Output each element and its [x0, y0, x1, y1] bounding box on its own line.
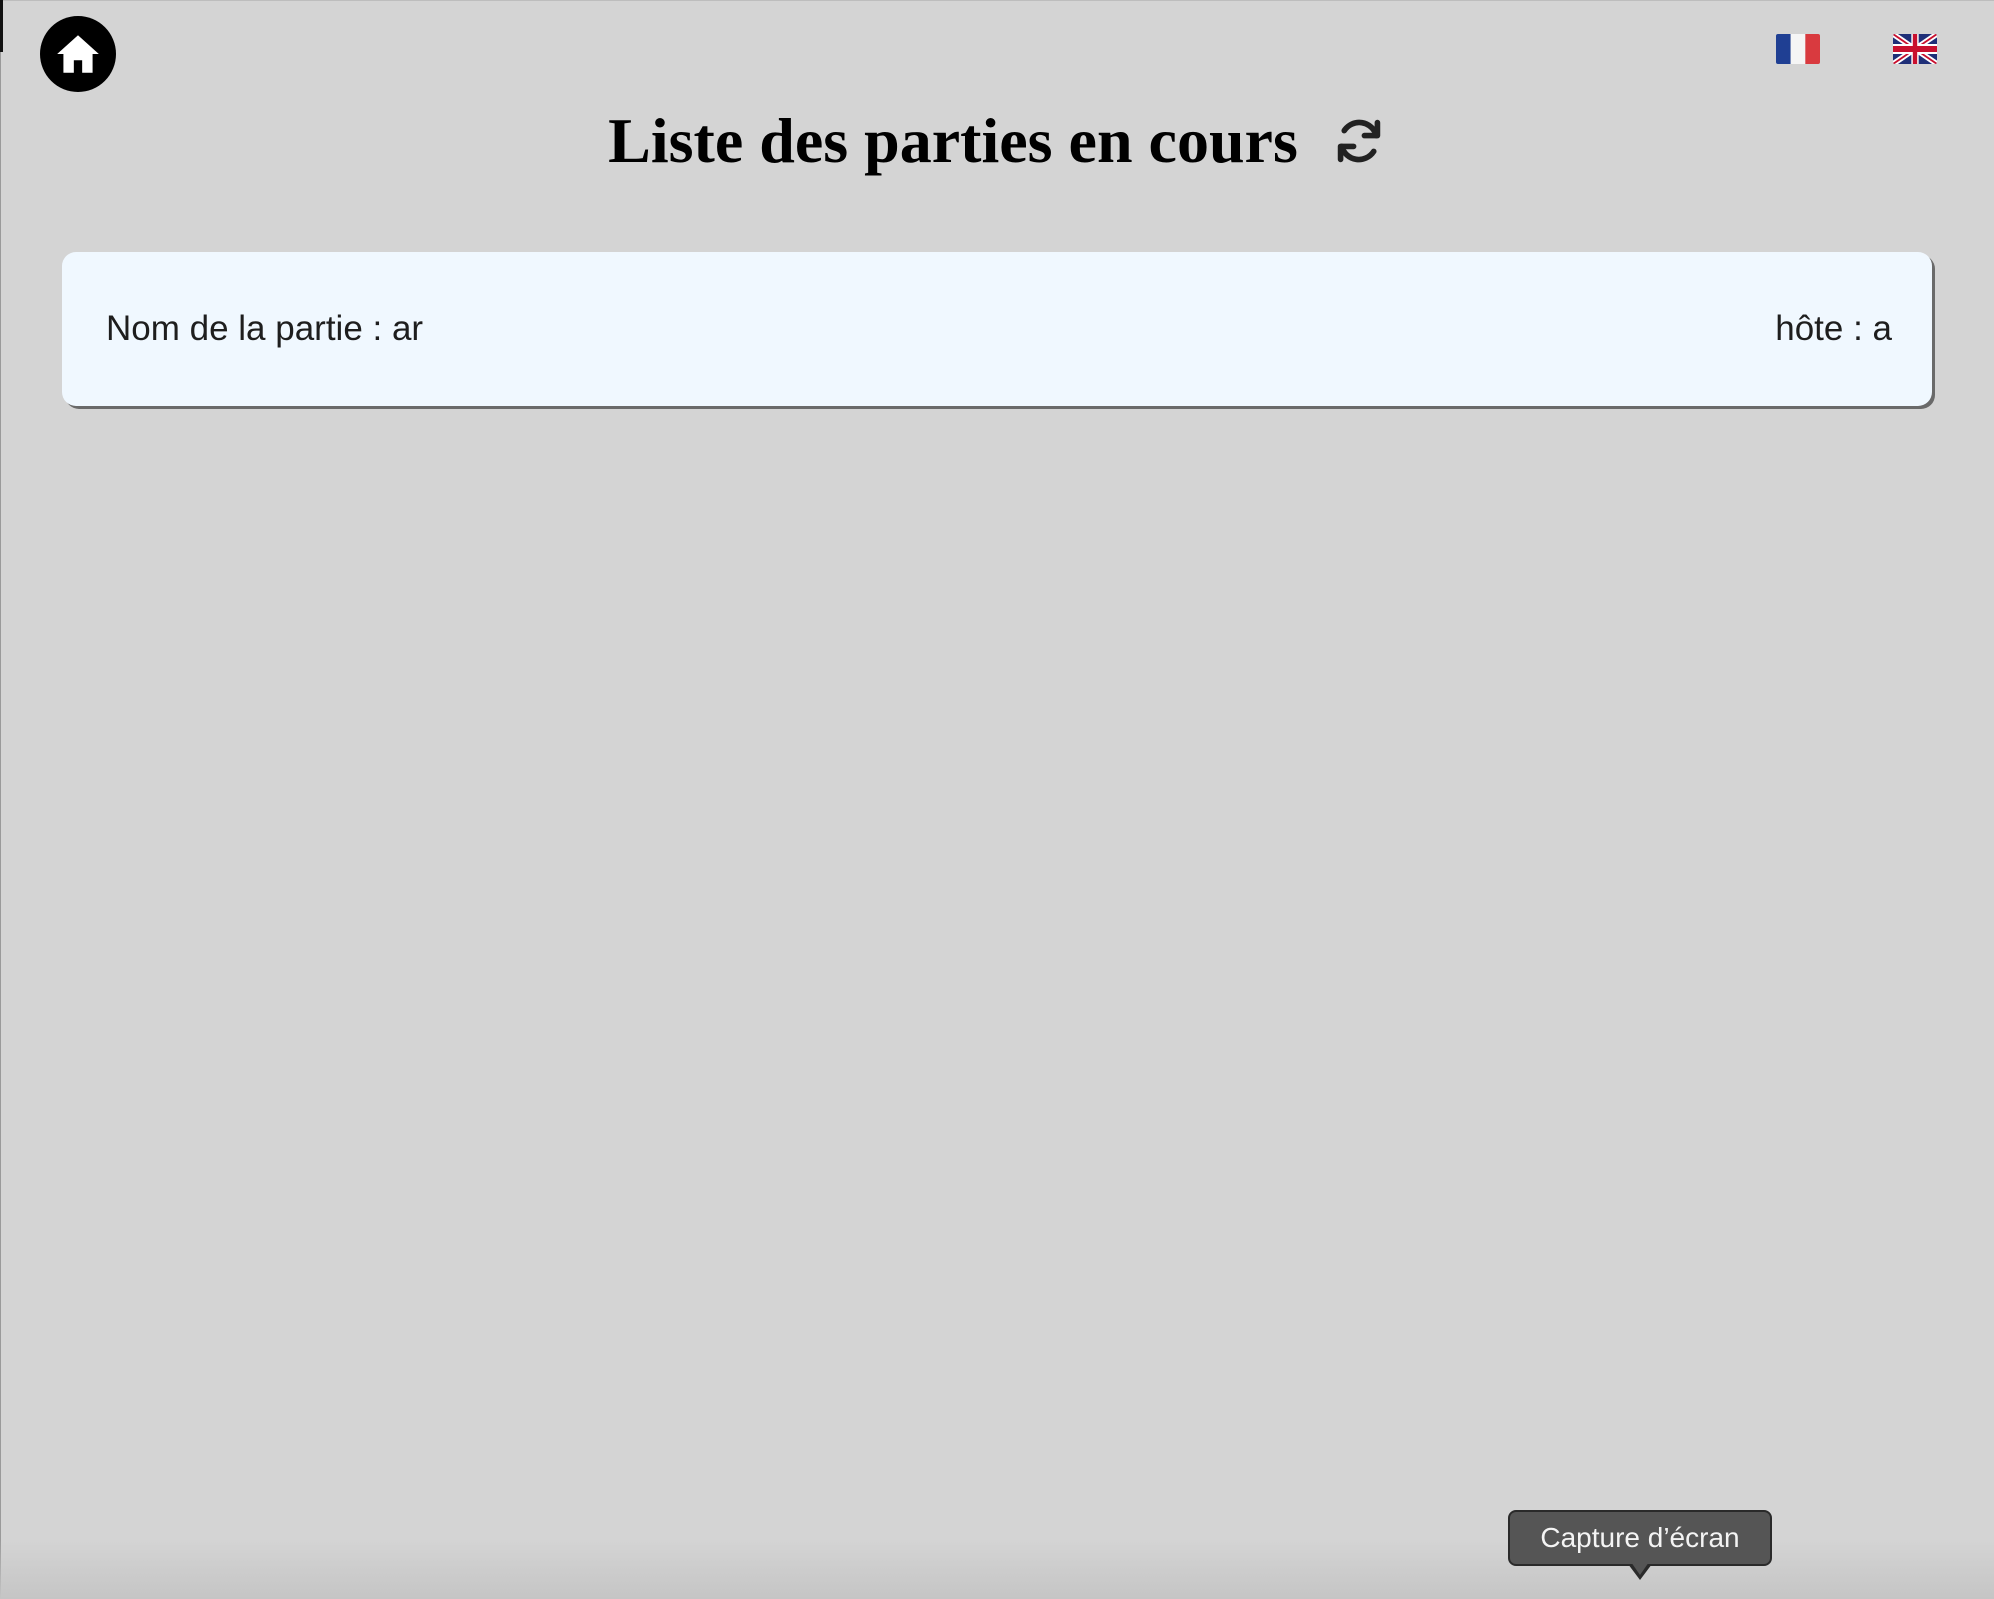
- language-english-button[interactable]: [1893, 34, 1937, 64]
- page-title: Liste des parties en cours: [608, 105, 1298, 176]
- flag-france-icon: [1776, 34, 1820, 64]
- tooltip-text: Capture d’écran: [1540, 1522, 1740, 1553]
- flag-uk-icon: [1893, 34, 1937, 64]
- language-french-button[interactable]: [1776, 34, 1820, 64]
- tooltip-pointer-inner: [1631, 1562, 1649, 1575]
- game-name: Nom de la partie : ar: [106, 309, 424, 348]
- game-host: hôte : a: [1775, 309, 1892, 348]
- home-button[interactable]: [40, 16, 116, 92]
- window-corner-mark: [0, 0, 3, 52]
- game-list-item[interactable]: Nom de la partie : ar hôte : a: [62, 252, 1932, 406]
- refresh-icon: [1337, 119, 1381, 163]
- window-frame: [0, 0, 1994, 1599]
- home-icon: [57, 35, 99, 73]
- refresh-button[interactable]: [1332, 114, 1386, 168]
- title-row: Liste des parties en cours: [0, 96, 1994, 186]
- screenshot-tooltip: Capture d’écran: [1508, 1510, 1772, 1566]
